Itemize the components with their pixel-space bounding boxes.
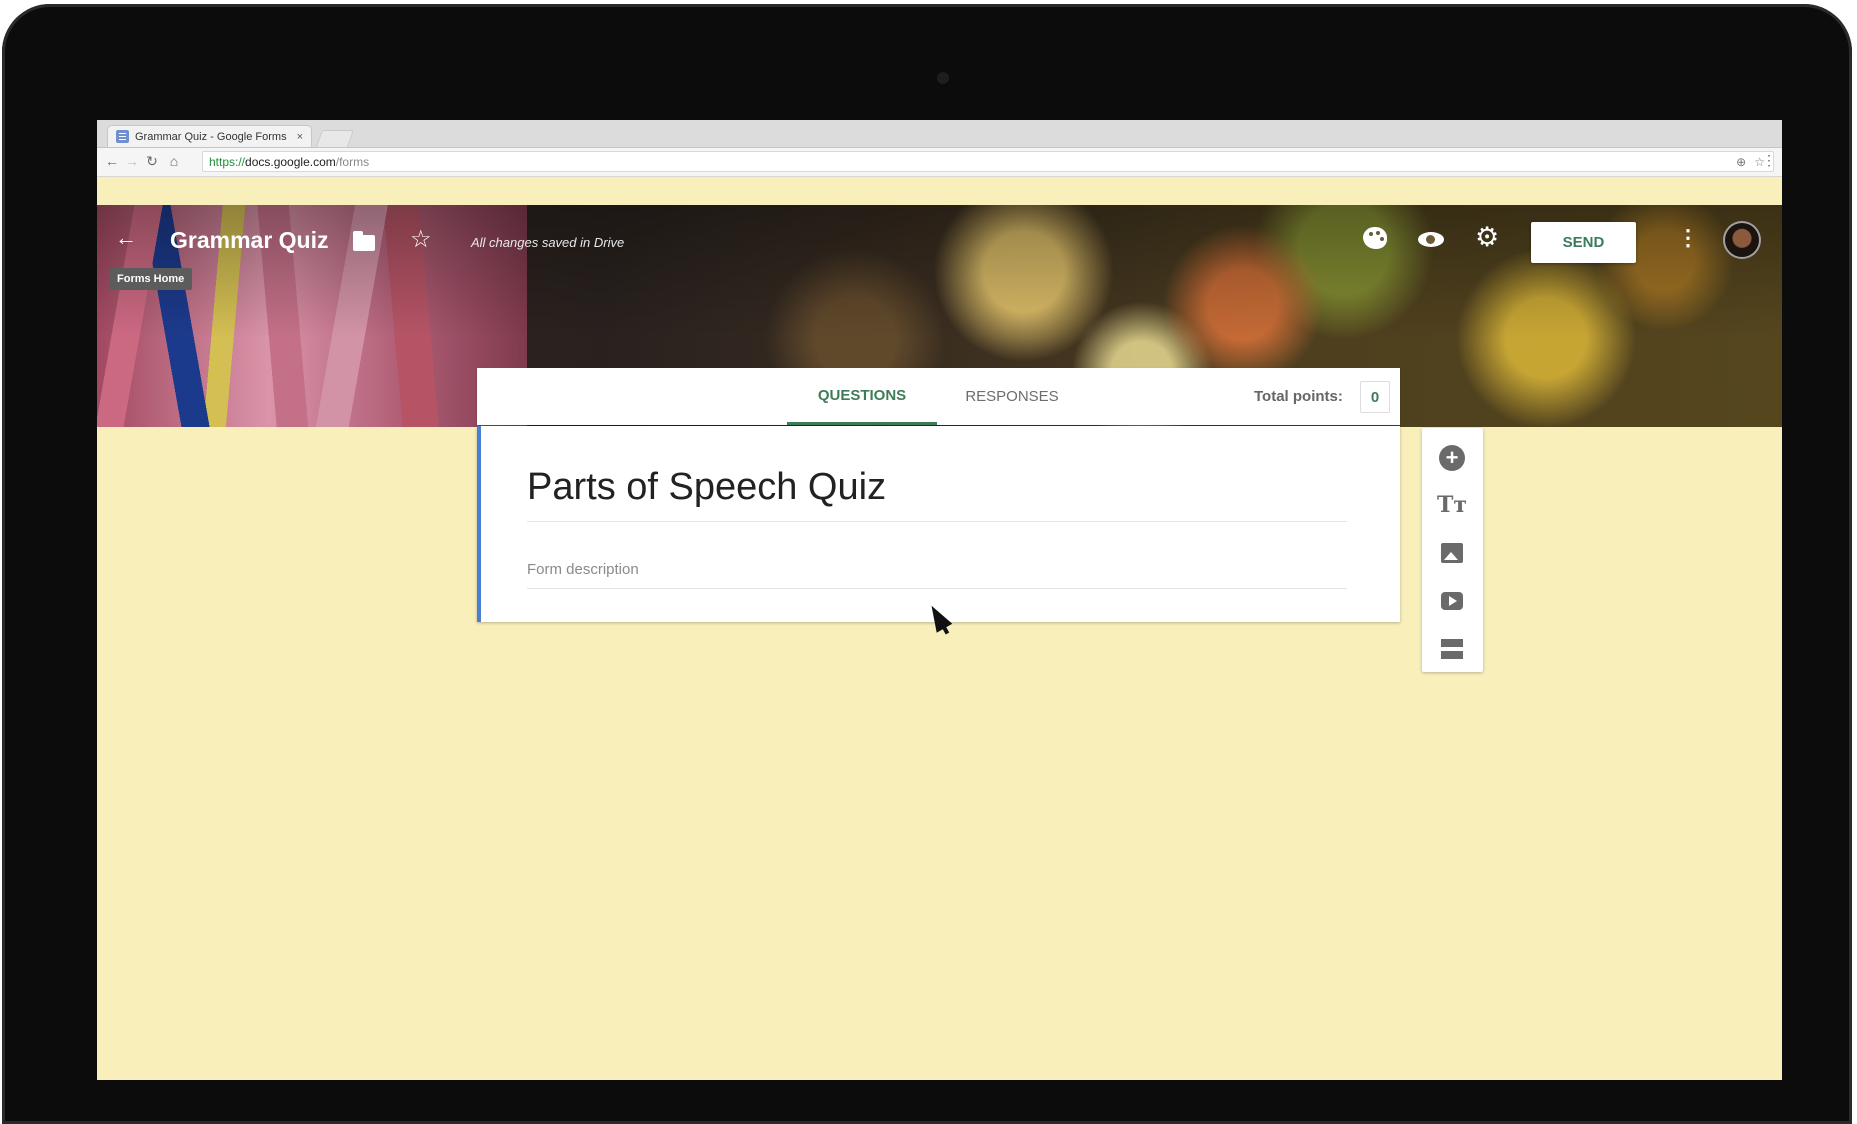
form-title-field[interactable]: Parts of Speech Quiz bbox=[527, 466, 1347, 522]
question-toolbar: + Tт bbox=[1422, 428, 1483, 672]
forms-favicon-icon bbox=[116, 130, 129, 143]
gear-icon[interactable]: ⚙ bbox=[1475, 222, 1499, 253]
more-vert-icon[interactable]: ⋮ bbox=[1677, 225, 1699, 251]
browser-tab[interactable]: Grammar Quiz - Google Forms × bbox=[107, 125, 312, 147]
tab-questions[interactable]: QUESTIONS bbox=[787, 368, 937, 425]
back-arrow-icon[interactable]: ← bbox=[115, 225, 137, 251]
form-description-field[interactable]: Form description bbox=[527, 561, 1347, 589]
browser-tabstrip: Grammar Quiz - Google Forms × bbox=[97, 120, 1782, 148]
new-tab-button[interactable] bbox=[315, 130, 355, 147]
url-host: docs.google.com bbox=[245, 155, 336, 169]
add-question-icon[interactable]: + bbox=[1439, 445, 1465, 471]
image-icon[interactable] bbox=[1439, 540, 1465, 566]
star-icon[interactable]: ☆ bbox=[410, 225, 432, 254]
form-name[interactable]: Grammar Quiz bbox=[170, 227, 329, 254]
reload-icon[interactable]: ↻ bbox=[143, 153, 161, 170]
zoom-icon[interactable]: ⊕ bbox=[1736, 152, 1746, 173]
browser-toolbar: ← → ↻ ⌂ https://docs.google.com/forms ⊕ … bbox=[97, 148, 1782, 177]
forward-icon[interactable]: → bbox=[123, 153, 141, 169]
forms-app-header: ← Grammar Quiz ☆ All changes saved in Dr… bbox=[97, 205, 1782, 290]
tab-responses[interactable]: RESPONSES bbox=[947, 368, 1077, 425]
camera bbox=[937, 72, 949, 84]
folder-icon[interactable] bbox=[353, 231, 375, 251]
form-tabs-card: QUESTIONS RESPONSES Total points: 0 bbox=[477, 368, 1400, 425]
save-status: All changes saved in Drive bbox=[471, 235, 625, 250]
url-scheme: https:// bbox=[209, 155, 246, 169]
video-icon[interactable] bbox=[1439, 588, 1465, 614]
back-icon[interactable]: ← bbox=[103, 153, 121, 169]
url-path: /forms bbox=[335, 155, 370, 169]
close-icon[interactable]: × bbox=[297, 131, 303, 143]
tab-title: Grammar Quiz - Google Forms bbox=[135, 130, 287, 143]
total-points-label: Total points: bbox=[1254, 388, 1343, 405]
send-button[interactable]: SEND bbox=[1531, 222, 1636, 263]
form-title-card: Parts of Speech Quiz Form description bbox=[477, 426, 1400, 622]
screen: Grammar Quiz - Google Forms × ← → ↻ ⌂ ht… bbox=[97, 120, 1782, 1080]
home-icon[interactable]: ⌂ bbox=[165, 153, 183, 169]
eye-icon[interactable] bbox=[1418, 232, 1444, 247]
forms-home-tooltip: Forms Home bbox=[109, 268, 193, 290]
title-text-icon[interactable]: Tт bbox=[1437, 492, 1467, 518]
address-bar[interactable]: https://docs.google.com/forms ⊕ ☆ bbox=[202, 151, 1774, 172]
section-icon[interactable] bbox=[1439, 636, 1465, 662]
avatar[interactable] bbox=[1723, 221, 1761, 259]
total-points-value: 0 bbox=[1360, 381, 1390, 413]
browser-menu-icon[interactable]: ⋮ bbox=[1762, 152, 1776, 169]
palette-icon[interactable] bbox=[1363, 227, 1387, 249]
